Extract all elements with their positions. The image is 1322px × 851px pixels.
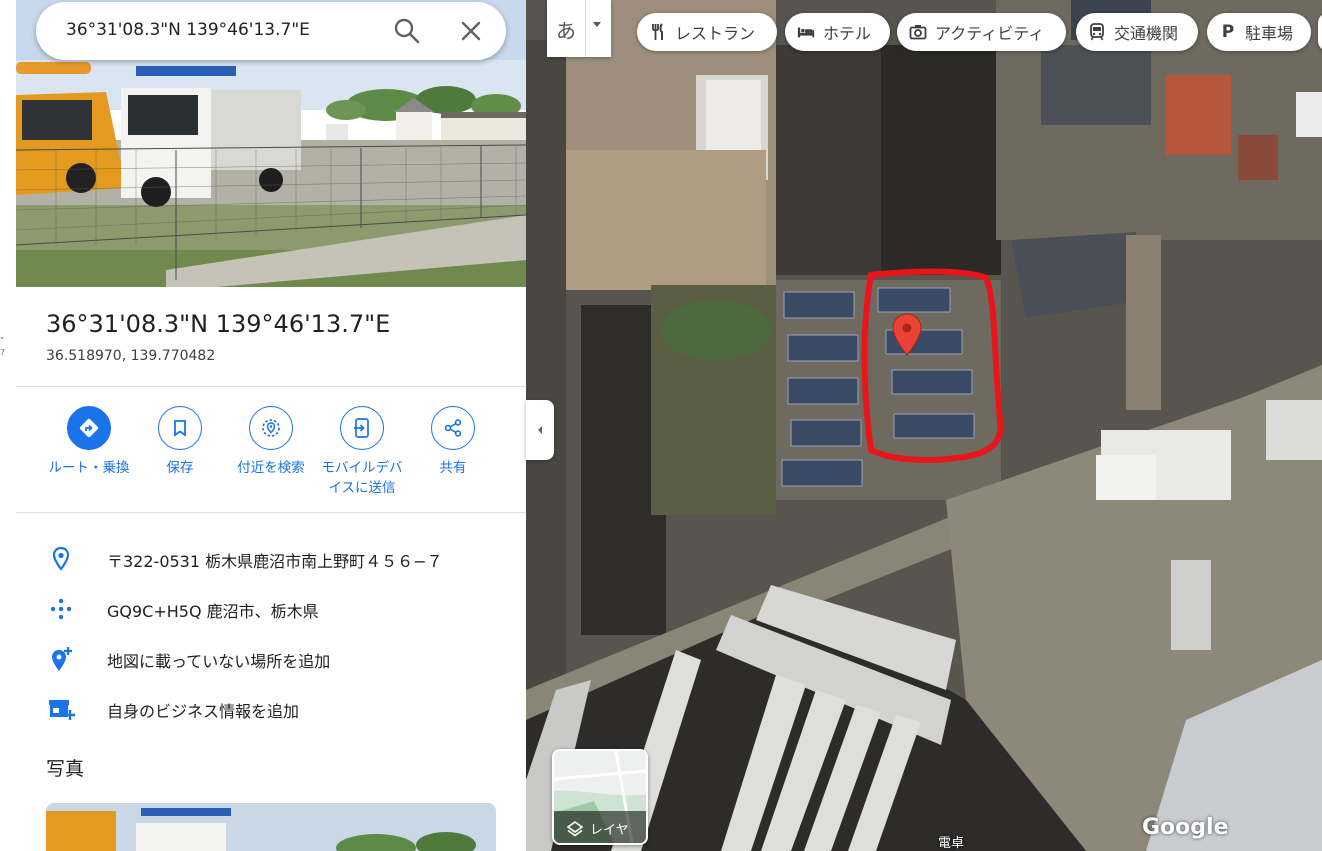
satellite-map[interactable] [526, 0, 1322, 851]
divider [16, 512, 526, 513]
input-language-label: あ [556, 19, 576, 43]
share-label: 共有 [439, 460, 467, 476]
add-business-row[interactable]: 自身のビジネス情報を追加 [16, 686, 526, 730]
layers-label-wrap: レイヤ [566, 819, 629, 838]
nearby-search-icon [262, 419, 280, 437]
send-to-phone-icon [354, 418, 369, 438]
send-to-phone-label: モバイルデバ イスに送信 [315, 458, 409, 498]
photo-thumbnail[interactable] [46, 803, 496, 851]
bookmark-icon [174, 420, 186, 437]
save-label: 保存 [166, 460, 194, 476]
google-logo: Google [1142, 815, 1229, 840]
add-business-text: 自身のビジネス情報を追加 [107, 702, 300, 721]
photos-section-title: 写真 [46, 758, 85, 780]
chip-more[interactable] [1318, 13, 1322, 51]
collapse-panel-button[interactable] [526, 400, 554, 460]
add-business-icon [49, 700, 75, 720]
chip-restaurant-label: レストラン [675, 24, 756, 43]
plus-code-icon [50, 598, 72, 620]
close-button[interactable] [456, 16, 486, 46]
share-icon [444, 419, 462, 437]
parking-icon: P [1221, 22, 1235, 42]
send-to-phone-label-line1: モバイルデバ [321, 460, 403, 476]
save-button[interactable]: 保存 [134, 406, 226, 478]
chip-transit-label: 交通機関 [1114, 24, 1179, 43]
search-input[interactable]: 36°31'08.3"N 139°46'13.7"E [66, 20, 310, 40]
chevron-left-icon [538, 426, 542, 434]
chip-restaurant[interactable]: レストラン [637, 13, 777, 51]
input-language-button[interactable]: あ [547, 0, 611, 57]
directions-label: ルート・乗換 [48, 460, 130, 476]
plus-code-text: GQ9C+H5Q 鹿沼市、栃木県 [107, 602, 319, 621]
decimal-coordinates: 36.518970, 139.770482 [46, 348, 216, 364]
search-box[interactable]: 36°31'08.3"N 139°46'13.7"E [36, 2, 506, 60]
layers-label: レイヤ [590, 823, 629, 838]
directions-icon [79, 418, 99, 438]
add-missing-place-row[interactable]: 地図に載っていない場所を追加 [16, 636, 526, 680]
gutter-fragment: " 7 [0, 336, 6, 357]
share-button[interactable]: 共有 [407, 406, 499, 478]
nearby-search-button[interactable]: 付近を検索 [225, 406, 317, 478]
chip-activities-label: アクティビティ [935, 24, 1045, 43]
close-icon [461, 21, 481, 41]
chip-hotel[interactable]: ホテル [785, 13, 890, 51]
chip-activities[interactable]: アクティビティ [897, 13, 1066, 51]
transit-icon [1088, 23, 1106, 41]
restaurant-icon [649, 23, 667, 41]
chip-parking-label: 駐車場 [1245, 24, 1294, 43]
search-icon [394, 18, 420, 44]
chip-hotel-label: ホテル [823, 24, 872, 43]
address-row[interactable]: 〒322-0531 栃木県鹿沼市南上野町４５６−７ [16, 536, 526, 580]
location-pin-icon [52, 546, 70, 571]
layers-icon [566, 820, 584, 836]
chip-transit[interactable]: 交通機関 [1076, 13, 1198, 51]
chevron-down-icon[interactable] [593, 22, 601, 27]
search-button[interactable] [392, 16, 422, 46]
send-to-phone-button[interactable]: モバイルデバ イスに送信 [315, 406, 409, 498]
chip-parking[interactable]: P 駐車場 [1207, 13, 1311, 51]
place-panel: 36°31'08.3"N 139°46'13.7"E 36°31'08.3"N … [16, 0, 526, 851]
lang-separator [585, 0, 586, 57]
divider [16, 386, 526, 387]
send-to-phone-label-line2: イスに送信 [328, 480, 396, 496]
layers-button[interactable]: レイヤ [552, 749, 648, 845]
left-gutter: " 7 [0, 0, 17, 851]
plus-code-row[interactable]: GQ9C+H5Q 鹿沼市、栃木県 [16, 586, 526, 630]
map-place-label: 電卓 [938, 836, 965, 851]
camera-icon [909, 23, 927, 41]
place-title: 36°31'08.3"N 139°46'13.7"E [46, 310, 391, 338]
hotel-icon [797, 23, 815, 41]
address-text: 〒322-0531 栃木県鹿沼市南上野町４５６−７ [107, 552, 443, 571]
add-missing-place-text: 地図に載っていない場所を追加 [107, 652, 331, 671]
nearby-search-label: 付近を検索 [237, 460, 305, 476]
add-location-icon [52, 647, 72, 671]
directions-button[interactable]: ルート・乗換 [43, 406, 135, 478]
